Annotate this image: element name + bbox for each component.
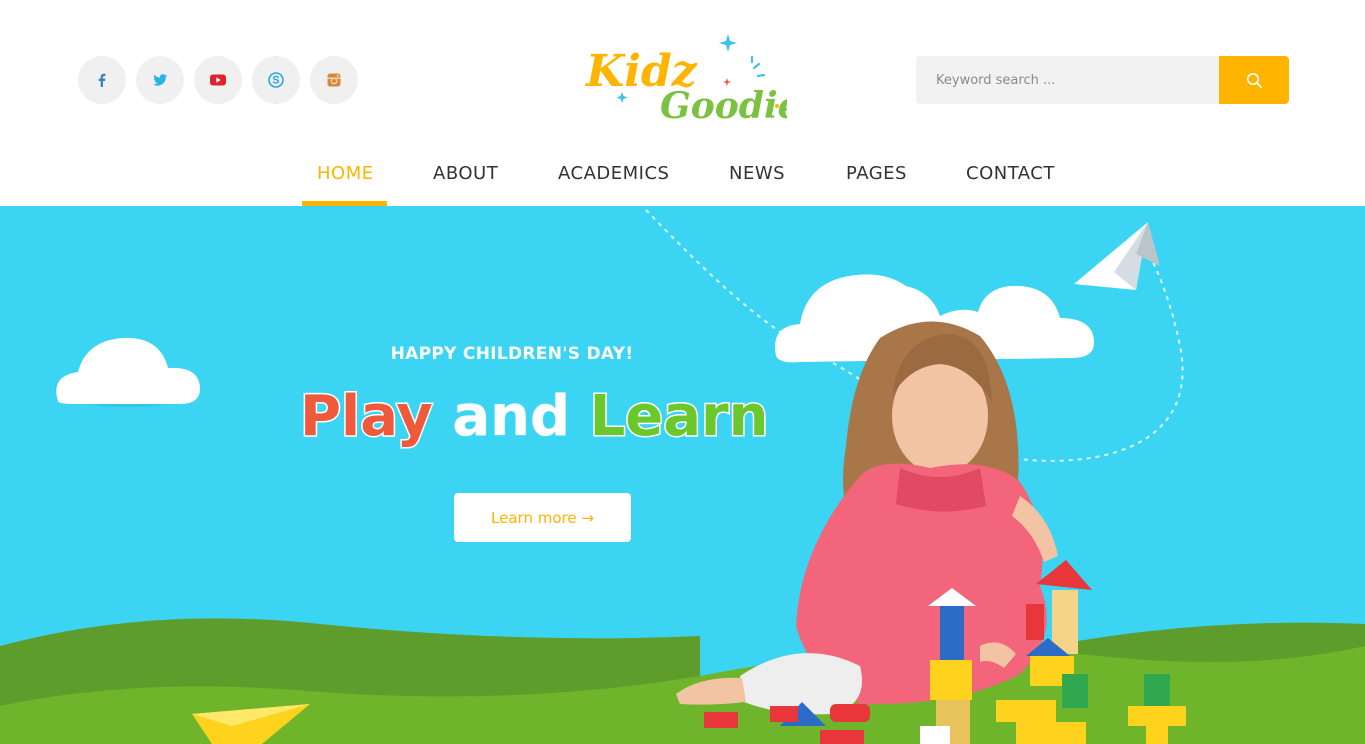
nav-item-pages[interactable]: PAGES [806,150,924,206]
nav-item-academics[interactable]: ACADEMICS [518,150,687,206]
nav-item-contact[interactable]: CONTACT [924,150,1064,206]
nav-item-about[interactable]: ABOUT [387,150,518,206]
instagram-icon [327,73,341,87]
twitter-icon [153,74,167,86]
facebook-icon [98,73,106,87]
logo-line2: Goodie [660,85,787,127]
site-header: Kidz Goodie HOME ABOUT ACADEMICS NEWS PA… [0,0,1365,206]
search-button[interactable] [1219,56,1289,104]
search-bar [916,56,1289,104]
youtube-button[interactable] [194,56,242,104]
skype-icon [268,72,284,88]
hero-title: Play and Learn [299,383,770,464]
hero-eyebrow: HAPPY CHILDREN'S DAY! [390,344,634,364]
paper-plane-icon [1074,222,1160,290]
cloud-left [55,337,200,407]
skype-button[interactable] [252,56,300,104]
instagram-button[interactable] [310,56,358,104]
hero-banner: HAPPY CHILDREN'S DAY! Play and Learn Lea… [0,206,1365,744]
youtube-icon [210,74,226,86]
hero-title-play: Play [299,383,435,451]
sparkle-icon [719,34,737,52]
site-logo[interactable]: Kidz Goodie [582,28,787,136]
nav-item-news[interactable]: NEWS [687,150,806,206]
hero-title-and: and [452,384,571,449]
search-icon [1246,72,1262,88]
learn-more-button[interactable]: Learn more → [454,493,631,542]
burst-icon [750,55,766,78]
social-links [78,56,358,104]
hero-title-learn: Learn [588,383,770,451]
twitter-button[interactable] [136,56,184,104]
dot-icon [775,104,779,108]
nav-item-home[interactable]: HOME [302,150,387,206]
hero-illustration [0,209,1365,744]
girl-illustration [676,321,1058,715]
facebook-button[interactable] [78,56,126,104]
search-input[interactable] [916,56,1219,104]
main-nav: HOME ABOUT ACADEMICS NEWS PAGES CONTACT [302,150,1064,206]
